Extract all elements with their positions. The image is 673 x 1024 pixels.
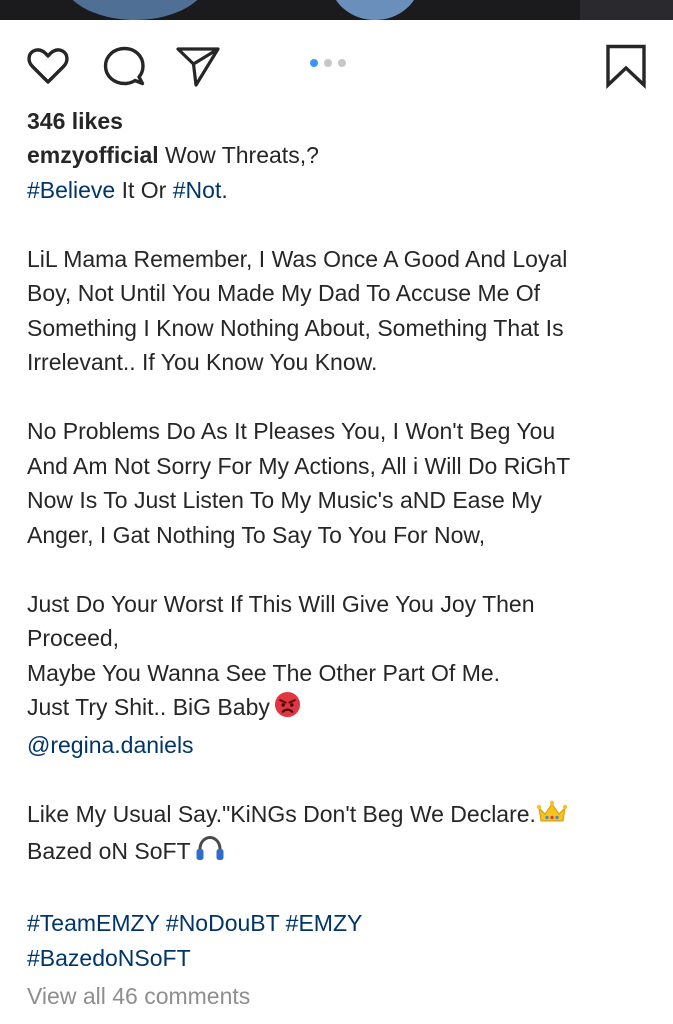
caption-line: Anger, I Gat Nothing To Say To You For N…	[27, 521, 486, 548]
view-comments-link[interactable]: View all 46 comments	[27, 979, 657, 1013]
mention-link[interactable]: @regina.daniels	[27, 728, 657, 763]
caption-text: Wow Threats,?	[165, 142, 319, 168]
carousel-pager	[310, 59, 346, 67]
caption-text: Just Try Shit.. BiG Baby	[27, 694, 270, 720]
hashtag-link[interactable]: #Believe	[27, 177, 115, 203]
post-image-bottom-edge[interactable]	[0, 0, 673, 20]
hashtag-line: #TeamEMZY #NoDouBT #EMZY	[27, 906, 657, 941]
hashtag-link[interactable]: #Not	[173, 177, 222, 203]
headphones-emoji	[195, 834, 225, 872]
hashtag-link[interactable]: #EMZY	[286, 910, 363, 936]
hashtag-link[interactable]: #TeamEMZY	[27, 910, 160, 936]
hashtag-link[interactable]: #NoDouBT	[166, 910, 279, 936]
heart-icon	[27, 48, 69, 84]
angry-face-emoji	[274, 691, 301, 728]
paragraph-break	[27, 380, 657, 415]
caption-line: Just Try Shit.. BiG Baby	[27, 690, 657, 728]
paragraph-break	[27, 762, 657, 797]
action-bar	[0, 36, 673, 92]
paper-plane-icon	[176, 47, 220, 87]
caption-line: And Am Not Sorry For My Actions, All i W…	[27, 452, 571, 479]
pager-dot	[338, 59, 346, 67]
like-count[interactable]: 346 likes	[27, 104, 657, 138]
like-button[interactable]	[24, 42, 72, 90]
share-button[interactable]	[174, 42, 222, 90]
caption-line: Like My Usual Say."KiNGs Don't Beg We De…	[27, 797, 657, 835]
image-shape	[60, 0, 210, 20]
caption-line: Now Is To Just Listen To My Music's aND …	[27, 487, 542, 513]
caption-line: Irrelevant.. If You Know You Know.	[27, 349, 378, 375]
pager-dot	[324, 59, 332, 67]
image-shape	[330, 0, 420, 20]
caption-line: Proceed,	[27, 625, 120, 651]
paragraph-break	[27, 872, 657, 907]
caption-line: emzyofficial Wow Threats,?	[27, 138, 657, 173]
caption-line: Maybe You Wanna See The Other Part Of Me…	[27, 659, 501, 686]
caption-line: Just Do Your Worst If This Will Give You…	[27, 590, 535, 617]
caption-line: Something I Know Nothing About, Somethin…	[27, 314, 564, 341]
caption-text: It Or	[121, 176, 167, 203]
hashtag-link[interactable]: #BazedoNSoFT	[27, 941, 657, 976]
post-meta: 346 likes emzyofficial Wow Threats,? #Be…	[27, 104, 657, 1013]
caption-text: Like My Usual Say."KiNGs Don't Beg We De…	[27, 800, 536, 827]
paragraph-break	[27, 552, 657, 587]
caption-line: No Problems Do As It Pleases You, I Won'…	[27, 418, 556, 444]
caption-text: Bazed oN SoFT	[27, 838, 191, 864]
caption-text: .	[221, 176, 228, 203]
paragraph-break	[27, 207, 657, 242]
image-shape	[580, 0, 673, 20]
caption-line: Bazed oN SoFT	[27, 834, 657, 872]
save-button[interactable]	[602, 42, 650, 90]
username-link[interactable]: emzyofficial	[27, 142, 159, 168]
caption-line: LiL Mama Remember, I Was Once A Good And…	[27, 245, 568, 272]
pager-dot-active	[310, 59, 318, 67]
comment-button[interactable]	[100, 42, 148, 90]
crown-emoji	[536, 799, 568, 835]
caption-line: Boy, Not Until You Made My Dad To Accuse…	[27, 280, 541, 306]
bookmark-icon	[606, 44, 646, 89]
comment-bubble-icon	[103, 46, 145, 86]
caption-line: #Believe It Or #Not.	[27, 173, 657, 208]
